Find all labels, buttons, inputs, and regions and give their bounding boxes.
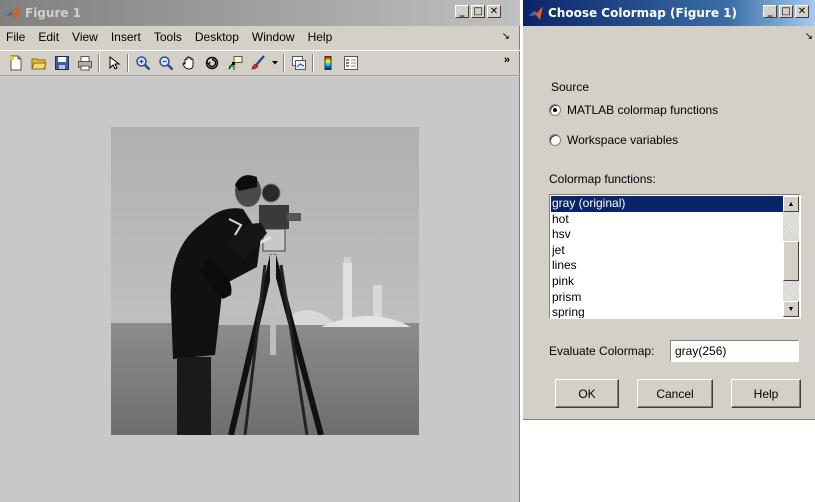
figure-titlebar[interactable]: Figure 1 _ □ ✕ <box>0 0 520 26</box>
list-item[interactable]: hsv <box>551 227 783 243</box>
brush-dropdown-icon[interactable] <box>269 52 281 74</box>
radio-label: Workspace variables <box>567 133 679 147</box>
maximize-button[interactable]: □ <box>779 5 793 18</box>
dialog-menu-strip: ↘ <box>523 26 815 52</box>
radio-button-icon[interactable] <box>549 104 561 116</box>
list-item[interactable]: spring <box>551 305 783 318</box>
list-item[interactable]: gray (original) <box>551 196 783 212</box>
list-items: gray (original) hot hsv jet lines pink p… <box>551 196 783 318</box>
toolbar-separator <box>127 54 129 72</box>
rotate-3d-icon[interactable] <box>200 52 223 74</box>
colormap-functions-list[interactable]: gray (original) hot hsv jet lines pink p… <box>549 194 801 319</box>
ok-button[interactable]: OK <box>555 379 619 408</box>
pointer-icon[interactable] <box>102 52 125 74</box>
minimize-button[interactable]: _ <box>455 5 469 18</box>
brush-icon[interactable] <box>246 52 269 74</box>
dialog-titlebar[interactable]: Choose Colormap (Figure 1) _ □ ✕ <box>523 0 815 26</box>
list-item[interactable]: jet <box>551 243 783 259</box>
new-figure-icon[interactable] <box>4 52 27 74</box>
cancel-button[interactable]: Cancel <box>637 379 713 408</box>
figure-canvas[interactable] <box>0 77 519 502</box>
minimize-button[interactable]: _ <box>763 5 777 18</box>
radio-matlab-colormap-functions[interactable]: MATLAB colormap functions <box>549 103 718 117</box>
menu-desktop[interactable]: Desktop <box>189 30 246 44</box>
figure-menubar: File Edit View Insert Tools Desktop Wind… <box>0 26 520 48</box>
help-button[interactable]: Help <box>731 379 801 408</box>
zoom-out-icon[interactable] <box>154 52 177 74</box>
close-button[interactable]: ✕ <box>487 5 501 18</box>
menu-view[interactable]: View <box>66 30 105 44</box>
menu-insert[interactable]: Insert <box>105 30 148 44</box>
dialog-title: Choose Colormap (Figure 1) <box>548 6 737 20</box>
dock-arrow-icon[interactable]: ↘ <box>805 31 813 42</box>
scroll-up-icon[interactable]: ▲ <box>783 196 799 212</box>
toolbar-separator <box>283 54 285 72</box>
choose-colormap-dialog: Choose Colormap (Figure 1) _ □ ✕ ↘ Sourc… <box>523 0 815 420</box>
menu-file[interactable]: File <box>0 30 32 44</box>
scrollbar-thumb[interactable] <box>783 241 799 281</box>
link-plot-icon[interactable] <box>287 52 310 74</box>
dialog-window-controls: _ □ ✕ <box>763 5 809 18</box>
data-cursor-icon[interactable] <box>223 52 246 74</box>
figure-window-controls: _ □ ✕ <box>455 5 501 18</box>
legend-icon[interactable] <box>339 52 362 74</box>
close-button[interactable]: ✕ <box>795 5 809 18</box>
pan-icon[interactable] <box>177 52 200 74</box>
evaluate-colormap-input[interactable] <box>670 340 799 362</box>
zoom-in-icon[interactable] <box>131 52 154 74</box>
dock-arrow-icon[interactable]: ↘ <box>502 31 510 42</box>
list-item[interactable]: prism <box>551 290 783 306</box>
menu-edit[interactable]: Edit <box>32 30 66 44</box>
figure-toolbar: » <box>0 50 520 76</box>
evaluate-colormap-label: Evaluate Colormap: <box>549 344 655 358</box>
radio-button-icon[interactable] <box>549 134 561 146</box>
open-file-icon[interactable] <box>27 52 50 74</box>
radio-label: MATLAB colormap functions <box>567 103 719 117</box>
toolbar-separator <box>98 54 100 72</box>
list-scrollbar[interactable]: ▲ ▼ <box>783 196 799 317</box>
save-icon[interactable] <box>50 52 73 74</box>
menu-window[interactable]: Window <box>246 30 302 44</box>
cameraman-image <box>111 127 419 435</box>
menu-help[interactable]: Help <box>302 30 340 44</box>
source-label: Source <box>551 80 590 94</box>
matlab-logo-icon <box>5 5 21 21</box>
list-item[interactable]: hot <box>551 212 783 228</box>
figure-window: Figure 1 _ □ ✕ File Edit View Insert Too… <box>0 0 520 502</box>
matlab-logo-icon <box>528 5 544 21</box>
colormap-functions-label: Colormap functions: <box>549 172 656 186</box>
list-item[interactable]: pink <box>551 274 783 290</box>
figure-title: Figure 1 <box>25 6 82 20</box>
list-item[interactable]: lines <box>551 258 783 274</box>
menu-tools[interactable]: Tools <box>148 30 189 44</box>
toolbar-separator <box>312 54 314 72</box>
print-icon[interactable] <box>73 52 96 74</box>
colorbar-icon[interactable] <box>316 52 339 74</box>
maximize-button[interactable]: □ <box>471 5 485 18</box>
scroll-down-icon[interactable]: ▼ <box>783 301 799 317</box>
radio-workspace-variables[interactable]: Workspace variables <box>549 133 678 147</box>
toolbar-overflow-chevron-icon[interactable]: » <box>504 54 510 66</box>
